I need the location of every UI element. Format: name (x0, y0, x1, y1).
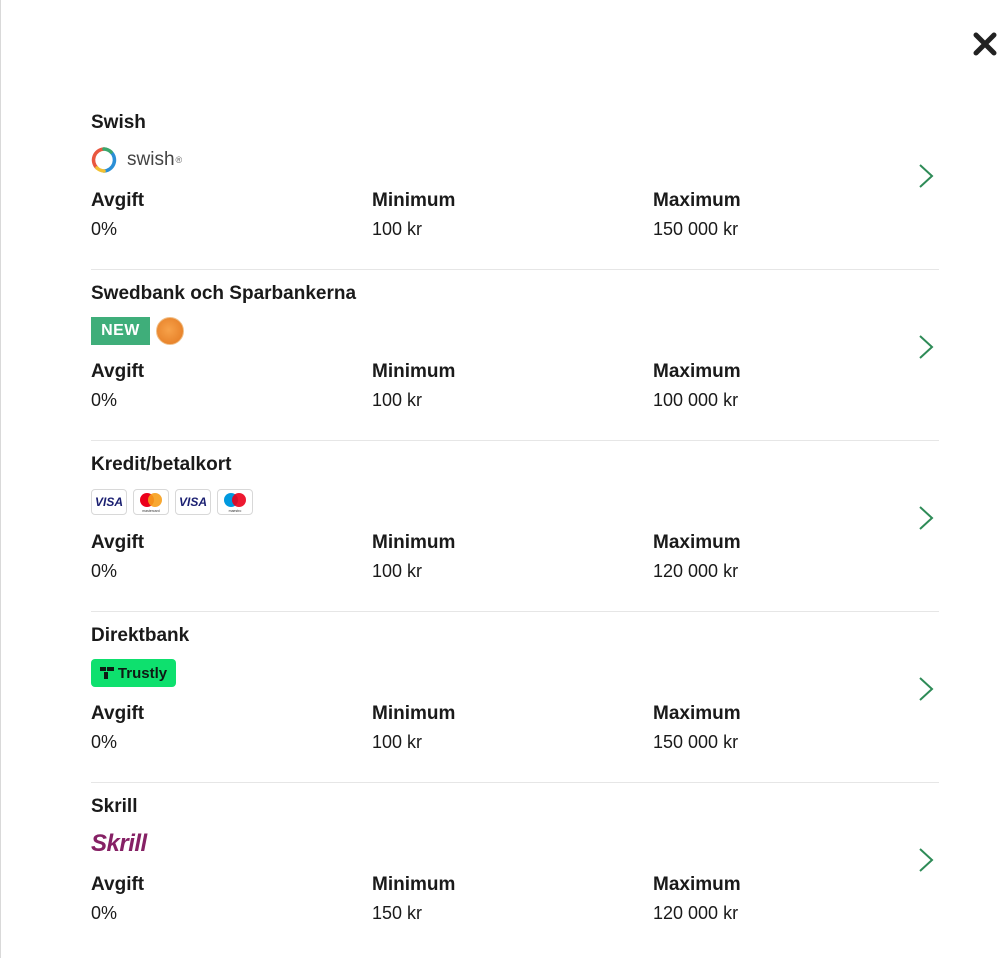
max-label: Maximum (653, 874, 741, 895)
svg-text:mastercard: mastercard (142, 509, 160, 513)
max-column: Maximum 150 000 kr (653, 189, 741, 241)
min-value: 100 kr (372, 732, 423, 752)
min-column: Minimum 150 kr (372, 873, 455, 925)
fee-column: Avgift 0% (91, 531, 144, 583)
skrill-logos: Skrill (91, 828, 147, 860)
max-value: 150 000 kr (653, 732, 739, 752)
swish-wordmark: swish (127, 149, 175, 170)
swish-logo: swish ® (91, 144, 182, 176)
swish-registered-mark: ® (175, 155, 183, 165)
min-label: Minimum (372, 361, 456, 382)
chevron-right-icon[interactable] (917, 847, 935, 873)
mastercard-logo: mastercard (133, 489, 169, 515)
trustly-wordmark: Trustly (117, 664, 168, 682)
fee-label: Avgift (91, 874, 145, 895)
min-label: Minimum (372, 190, 456, 211)
min-value: 100 kr (372, 219, 423, 239)
fee-value: 0% (91, 561, 118, 581)
max-column: Maximum 150 000 kr (653, 702, 741, 754)
method-title: Direktbank (91, 625, 190, 646)
max-value: 100 000 kr (653, 390, 739, 410)
trustly-icon (99, 667, 114, 679)
method-title: Swedbank och Sparbankerna (91, 283, 357, 304)
min-value: 150 kr (372, 903, 423, 923)
fee-value: 0% (91, 219, 118, 239)
svg-text:maestro: maestro (229, 509, 242, 513)
max-value: 120 000 kr (653, 561, 739, 581)
payment-method-swedbank[interactable]: Swedbank och Sparbankerna NEW Avgift 0% … (91, 270, 939, 441)
swish-icon (91, 147, 117, 173)
fee-value: 0% (91, 732, 118, 752)
min-column: Minimum 100 kr (372, 531, 455, 583)
card-logos: VISA mastercard VISA maestro (91, 486, 253, 518)
fee-label: Avgift (91, 190, 145, 211)
min-column: Minimum 100 kr (372, 189, 455, 241)
min-label: Minimum (372, 874, 456, 895)
min-label: Minimum (372, 532, 456, 553)
payment-method-list: Swish swish ® Avgift 0% Minimum 100 kr Ma… (91, 99, 939, 954)
max-column: Maximum 120 000 kr (653, 873, 741, 925)
fee-value: 0% (91, 390, 118, 410)
min-column: Minimum 100 kr (372, 360, 455, 412)
max-column: Maximum 120 000 kr (653, 531, 741, 583)
chevron-right-icon[interactable] (917, 505, 935, 531)
fee-column: Avgift 0% (91, 189, 144, 241)
method-title: Kredit/betalkort (91, 454, 232, 475)
trustly-logos: Trustly (91, 657, 176, 689)
fee-label: Avgift (91, 703, 145, 724)
chevron-right-icon[interactable] (917, 676, 935, 702)
min-value: 100 kr (372, 390, 423, 410)
payment-method-card[interactable]: Kredit/betalkort VISA mastercard VISA ma… (91, 441, 939, 612)
payment-method-direktbank[interactable]: Direktbank Trustly Avgift 0% Minimum 100… (91, 612, 939, 783)
maestro-logo: maestro (217, 489, 253, 515)
max-label: Maximum (653, 703, 741, 724)
payment-method-skrill[interactable]: Skrill Skrill Avgift 0% Minimum 150 kr M… (91, 783, 939, 954)
method-title: Skrill (91, 796, 138, 817)
chevron-right-icon[interactable] (917, 163, 935, 189)
min-label: Minimum (372, 703, 456, 724)
max-value: 120 000 kr (653, 903, 739, 923)
max-label: Maximum (653, 361, 741, 382)
fee-column: Avgift 0% (91, 360, 144, 412)
max-label: Maximum (653, 190, 741, 211)
new-badge: NEW (91, 317, 150, 345)
visa-logo: VISA (91, 489, 127, 515)
swedbank-logo-icon (156, 317, 184, 345)
fee-column: Avgift 0% (91, 873, 144, 925)
skrill-logo: Skrill (91, 830, 147, 857)
max-label: Maximum (653, 532, 741, 553)
fee-value: 0% (91, 903, 118, 923)
swedbank-logos: NEW (91, 315, 184, 347)
fee-label: Avgift (91, 532, 145, 553)
visa-electron-logo: VISA (175, 489, 211, 515)
fee-label: Avgift (91, 361, 145, 382)
chevron-right-icon[interactable] (917, 334, 935, 360)
max-column: Maximum 100 000 kr (653, 360, 741, 412)
min-column: Minimum 100 kr (372, 702, 455, 754)
modal-left-edge (0, 0, 1, 958)
trustly-logo: Trustly (91, 659, 176, 687)
payment-method-swish[interactable]: Swish swish ® Avgift 0% Minimum 100 kr Ma… (91, 99, 939, 270)
close-icon[interactable] (972, 31, 998, 57)
fee-column: Avgift 0% (91, 702, 144, 754)
method-title: Swish (91, 112, 146, 133)
min-value: 100 kr (372, 561, 423, 581)
max-value: 150 000 kr (653, 219, 739, 239)
